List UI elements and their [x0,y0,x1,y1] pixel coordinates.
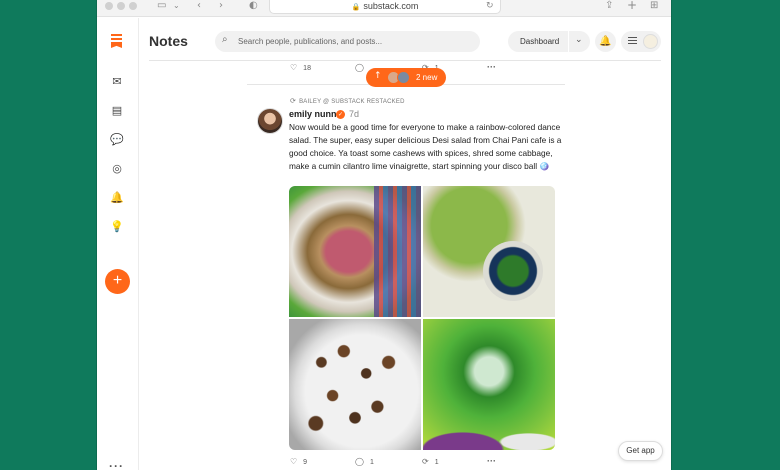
restack-button[interactable]: ⟳1 [422,457,439,466]
dashboard-label: Dashboard [520,37,560,46]
privacy-shield-icon[interactable]: ◐ [249,1,258,11]
inbox-icon[interactable]: ✉ [110,75,124,89]
comment-button[interactable]: ◯ 1 [355,457,374,466]
heart-icon: ♡ [290,63,298,72]
like-button[interactable]: ♡ 18 [290,63,311,72]
create-note-button[interactable]: + [105,269,130,294]
substack-logo[interactable] [111,34,122,48]
browser-toolbar: ▭ ⌄ ‹ › ◐ 🔒 substack.com ↻ ⇪ + ⊞ [97,0,671,17]
reader-icon[interactable]: ▤ [110,104,124,118]
dashboard-divider [568,31,569,52]
notifications-button[interactable]: 🔔 [595,31,616,52]
more-options-icon[interactable]: ··· [109,459,124,470]
bell-icon: 🔔 [599,36,612,47]
restack-icon: ⟳ [290,97,297,105]
back-icon[interactable]: ‹ [197,1,201,11]
user-avatar [643,34,658,49]
comment-icon: ◯ [355,457,364,466]
author-name[interactable]: emily nunn [289,109,337,119]
chat-icon[interactable]: 💬 [110,133,124,147]
search-input[interactable]: ⌕ Search people, publications, and posts… [215,31,480,52]
url-text: substack.com [363,1,419,11]
maximize-window-button[interactable] [129,2,137,10]
minimize-window-button[interactable] [117,2,125,10]
author-avatar[interactable] [257,108,283,134]
lock-icon: 🔒 [351,4,361,11]
post-image[interactable] [423,186,555,317]
post-image[interactable] [289,319,421,450]
new-notes-label: 2 new [416,73,438,82]
post-body: Now would be a good time for everyone to… [289,122,562,171]
restack-icon: ⟳ [422,457,429,466]
search-icon: ⌕ [222,34,228,45]
avatar [397,71,410,84]
comment-icon: ◯ [355,63,364,72]
heart-icon: ♡ [290,457,298,466]
address-bar[interactable]: 🔒 substack.com ↻ [269,0,501,14]
more-options-icon[interactable]: ··· [487,62,496,72]
reload-icon[interactable]: ↻ [486,1,494,11]
get-app-button[interactable]: Get app [618,441,663,461]
verified-badge-icon: ✓ [336,110,345,119]
close-window-button[interactable] [105,2,113,10]
lightbulb-icon[interactable]: 💡 [110,220,124,234]
sidebar-toggle-icon[interactable]: ▭ [157,1,166,11]
browser-window: ▭ ⌄ ‹ › ◐ 🔒 substack.com ↻ ⇪ + ⊞ ✉ ▤ 💬 ◎ … [96,0,672,470]
share-icon[interactable]: ⇪ [605,1,613,11]
notifications-bell-icon[interactable]: 🔔 [110,191,124,205]
post-timestamp[interactable]: 7d [349,109,359,119]
search-placeholder: Search people, publications, and posts..… [238,37,383,46]
forward-icon[interactable]: › [219,1,223,11]
explore-compass-icon[interactable]: ◎ [110,162,124,176]
sidebar: ✉ ▤ 💬 ◎ 🔔 💡 + ··· [97,18,139,470]
like-button[interactable]: ♡ 9 [290,457,307,466]
chevron-down-icon[interactable]: ⌄ [173,1,180,11]
page-title: Notes [149,33,188,49]
plus-icon: + [112,272,123,289]
chevron-down-icon[interactable]: ⌄ [575,35,583,45]
restack-attribution[interactable]: ⟳ BAILEY @ SUBSTACK RESTACKED [290,97,405,105]
more-options-icon[interactable]: ··· [487,456,496,466]
tab-overview-icon[interactable]: ⊞ [650,1,658,11]
account-menu-button[interactable] [621,31,661,52]
new-notes-button[interactable]: ↑ 2 new [366,68,446,87]
new-tab-icon[interactable]: + [627,0,637,11]
arrow-up-icon: ↑ [374,71,382,81]
post-image[interactable] [289,186,421,317]
dashboard-button[interactable]: Dashboard ⌄ [508,31,590,52]
post-image[interactable] [423,319,555,450]
menu-icon [628,37,637,46]
header-divider [149,60,661,61]
